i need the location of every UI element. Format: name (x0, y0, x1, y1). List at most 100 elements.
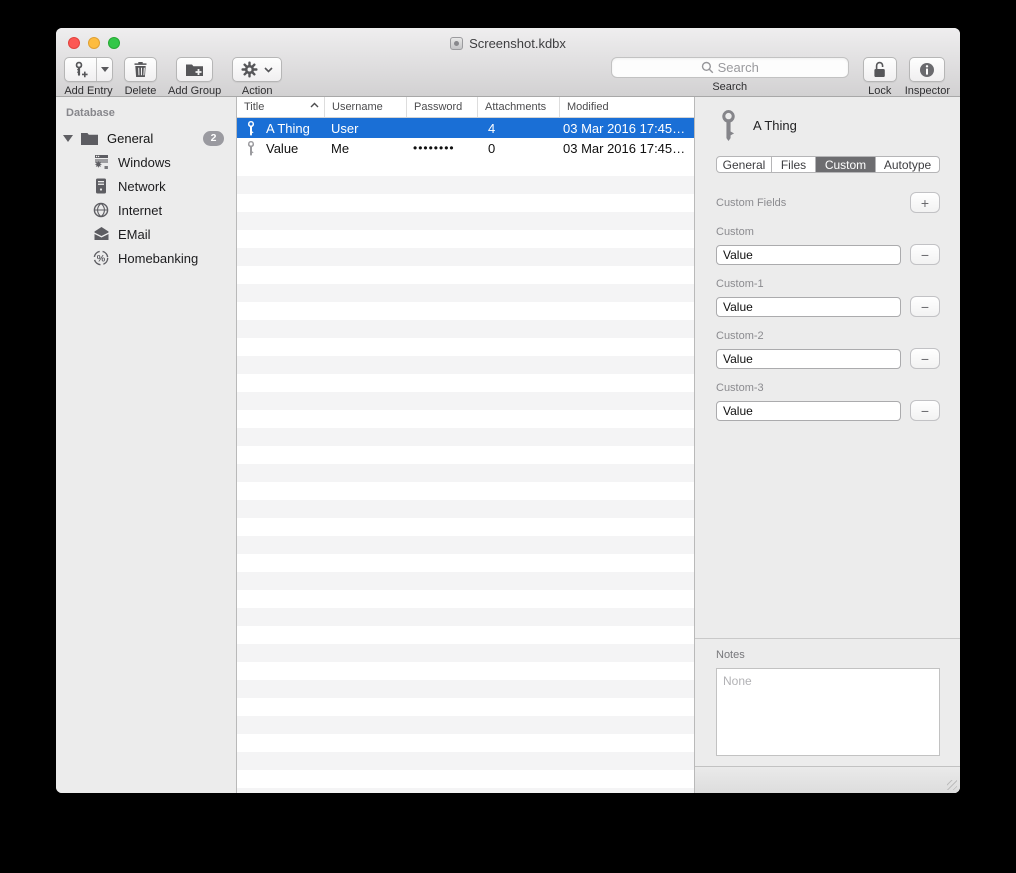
tab-autotype[interactable]: Autotype (876, 157, 939, 172)
action-button[interactable] (232, 57, 282, 82)
app-window: Screenshot.kdbx (56, 28, 960, 793)
key-plus-icon (72, 61, 89, 78)
field-label: Custom-2 (716, 330, 940, 342)
sidebar-section-header: Database (56, 107, 236, 119)
sidebar-item-label: Homebanking (118, 251, 198, 266)
field-label: Custom (716, 226, 940, 238)
email-icon (92, 227, 110, 241)
custom-field: Custom-1 − (716, 278, 940, 317)
field-value-input[interactable] (716, 349, 901, 369)
custom-fields-label: Custom Fields (716, 197, 786, 209)
table-empty-area[interactable] (237, 158, 694, 793)
delete-group: Delete (124, 57, 157, 97)
add-field-button[interactable]: + (910, 192, 940, 213)
add-entry-dropdown[interactable] (96, 58, 112, 81)
tab-files[interactable]: Files (772, 157, 816, 172)
info-icon (919, 62, 935, 78)
sidebar-item-label: Windows (118, 155, 171, 170)
add-entry-button[interactable] (64, 57, 113, 82)
notes-section: Notes (695, 638, 960, 766)
document-icon (450, 37, 463, 50)
sidebar: Database General 2 (56, 97, 237, 793)
sidebar-item-label: Network (118, 179, 166, 194)
custom-fields-header: Custom Fields + (716, 192, 940, 213)
search-icon (701, 61, 714, 74)
tab-general[interactable]: General (717, 157, 772, 172)
inspector-button[interactable] (909, 57, 945, 82)
entry-header: A Thing (716, 110, 940, 141)
action-group: Action (232, 57, 282, 97)
content-area: Database General 2 (56, 97, 960, 793)
cell-attachments: 4 (478, 121, 560, 136)
disclosure-triangle-icon[interactable] (63, 135, 73, 142)
sidebar-item-label: EMail (118, 227, 151, 242)
trash-icon (133, 61, 148, 78)
traffic-lights (68, 37, 120, 49)
sidebar-item-windows[interactable]: Windows (56, 150, 236, 174)
cell-attachments: 0 (478, 141, 560, 156)
field-value-input[interactable] (716, 297, 901, 317)
titlebar[interactable]: Screenshot.kdbx (56, 28, 960, 54)
add-group-label: Add Group (168, 85, 221, 97)
group-count-badge: 2 (203, 131, 224, 146)
tab-custom[interactable]: Custom (816, 157, 876, 172)
search-input[interactable]: Search (611, 57, 849, 78)
add-entry-label: Add Entry (64, 85, 112, 97)
field-value-input[interactable] (716, 245, 901, 265)
sidebar-item-internet[interactable]: Internet (56, 198, 236, 222)
remove-field-button[interactable]: − (910, 244, 940, 265)
network-icon (92, 178, 110, 194)
cell-username: Me (325, 141, 407, 156)
sidebar-item-email[interactable]: EMail (56, 222, 236, 246)
notes-label: Notes (716, 649, 940, 661)
custom-field: Custom − (716, 226, 940, 265)
lock-button[interactable] (863, 57, 897, 82)
entry-table: Title Username Password Attachments Modi… (237, 97, 695, 793)
close-button[interactable] (68, 37, 80, 49)
sidebar-item-label: Internet (118, 203, 162, 218)
notes-textarea[interactable] (716, 668, 940, 756)
sidebar-item-general[interactable]: General 2 (56, 126, 236, 150)
column-header-password[interactable]: Password (407, 97, 478, 117)
inspector-group: Inspector (905, 57, 950, 97)
search-placeholder: Search (718, 60, 759, 75)
sort-ascending-icon (310, 102, 319, 108)
resize-grip[interactable] (947, 780, 957, 790)
minimize-button[interactable] (88, 37, 100, 49)
cell-modified: 03 Mar 2016 17:45… (560, 141, 694, 156)
delete-button[interactable] (124, 57, 157, 82)
minus-icon: − (921, 300, 929, 314)
column-header-attachments[interactable]: Attachments (478, 97, 560, 117)
toolbar: Add Entry Delete (56, 54, 960, 97)
action-label: Action (242, 85, 273, 97)
add-group-button[interactable] (176, 57, 213, 82)
remove-field-button[interactable]: − (910, 348, 940, 369)
field-value-input[interactable] (716, 401, 901, 421)
column-header-modified[interactable]: Modified (560, 97, 694, 117)
sidebar-item-homebanking[interactable]: % Homebanking (56, 246, 236, 270)
cell-username: User (325, 121, 407, 136)
remove-field-button[interactable]: − (910, 296, 940, 317)
folder-icon (80, 131, 99, 146)
window-title: Screenshot.kdbx (469, 36, 566, 51)
remove-field-button[interactable]: − (910, 400, 940, 421)
sidebar-children: Windows Network (56, 150, 236, 270)
inspector-tabs: General Files Custom Autotype (716, 156, 940, 173)
key-icon (716, 110, 741, 141)
sidebar-item-network[interactable]: Network (56, 174, 236, 198)
cell-title: Value (266, 141, 298, 156)
column-header-username[interactable]: Username (325, 97, 407, 117)
column-header-title[interactable]: Title (237, 97, 325, 117)
lock-open-icon (872, 61, 887, 78)
window-chrome: Screenshot.kdbx (56, 28, 960, 97)
table-row[interactable]: A Thing User 4 03 Mar 2016 17:45… (237, 118, 694, 138)
add-group-group: Add Group (168, 57, 221, 97)
folder-plus-icon (185, 62, 204, 78)
minus-icon: − (921, 248, 929, 262)
zoom-button[interactable] (108, 37, 120, 49)
inspector-footer (695, 766, 960, 793)
minus-icon: − (921, 404, 929, 418)
table-row[interactable]: Value Me •••••••• 0 03 Mar 2016 17:45… (237, 138, 694, 158)
lock-label: Lock (868, 85, 891, 97)
delete-label: Delete (125, 85, 157, 97)
